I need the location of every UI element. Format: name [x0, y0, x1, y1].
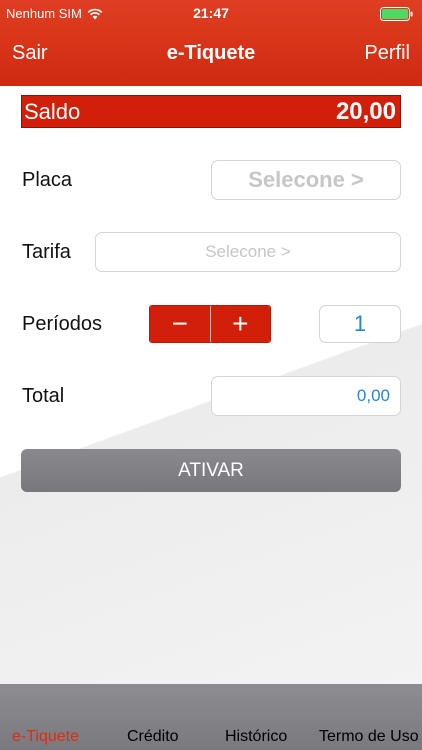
tab-etiquete[interactable]: e-Tiquete — [12, 728, 79, 746]
header: Nenhum SIM 21:47 Sair e-Tiquete Perfil — [0, 0, 422, 86]
periods-value-field[interactable]: 1 — [319, 305, 401, 343]
tab-historico[interactable]: Histórico — [225, 728, 287, 746]
tab-bar: e-Tiquete Crédito Histórico Termo de Uso — [0, 684, 422, 750]
status-time: 21:47 — [193, 5, 229, 21]
activate-button[interactable]: ATIVAR — [21, 449, 401, 492]
balance-value: 20,00 — [335, 98, 396, 125]
page-title: e-Tiquete — [166, 42, 256, 64]
status-bar: Nenhum SIM 21:47 — [0, 0, 422, 28]
periods-label: Períodos — [22, 313, 103, 335]
tab-credito[interactable]: Crédito — [127, 728, 179, 746]
total-label: Total — [22, 385, 65, 407]
total-value-field: 0,00 — [211, 376, 401, 416]
periods-stepper: − + — [149, 305, 271, 343]
balance-bar: Saldo 20,00 — [21, 95, 401, 128]
battery-icon — [380, 7, 413, 21]
nav-bar: Sair e-Tiquete Perfil — [0, 38, 422, 74]
profile-button[interactable]: Perfil — [364, 42, 410, 65]
plate-select[interactable]: Selecone > — [211, 160, 401, 200]
balance-label: Saldo — [24, 99, 81, 124]
decrement-button[interactable]: − — [150, 306, 210, 342]
rate-label: Tarifa — [22, 241, 71, 263]
plate-label: Placa — [22, 169, 73, 191]
tab-termo-de-uso[interactable]: Termo de Uso — [319, 728, 419, 746]
increment-button[interactable]: + — [210, 306, 270, 342]
rate-select[interactable]: Selecone > — [95, 232, 401, 272]
